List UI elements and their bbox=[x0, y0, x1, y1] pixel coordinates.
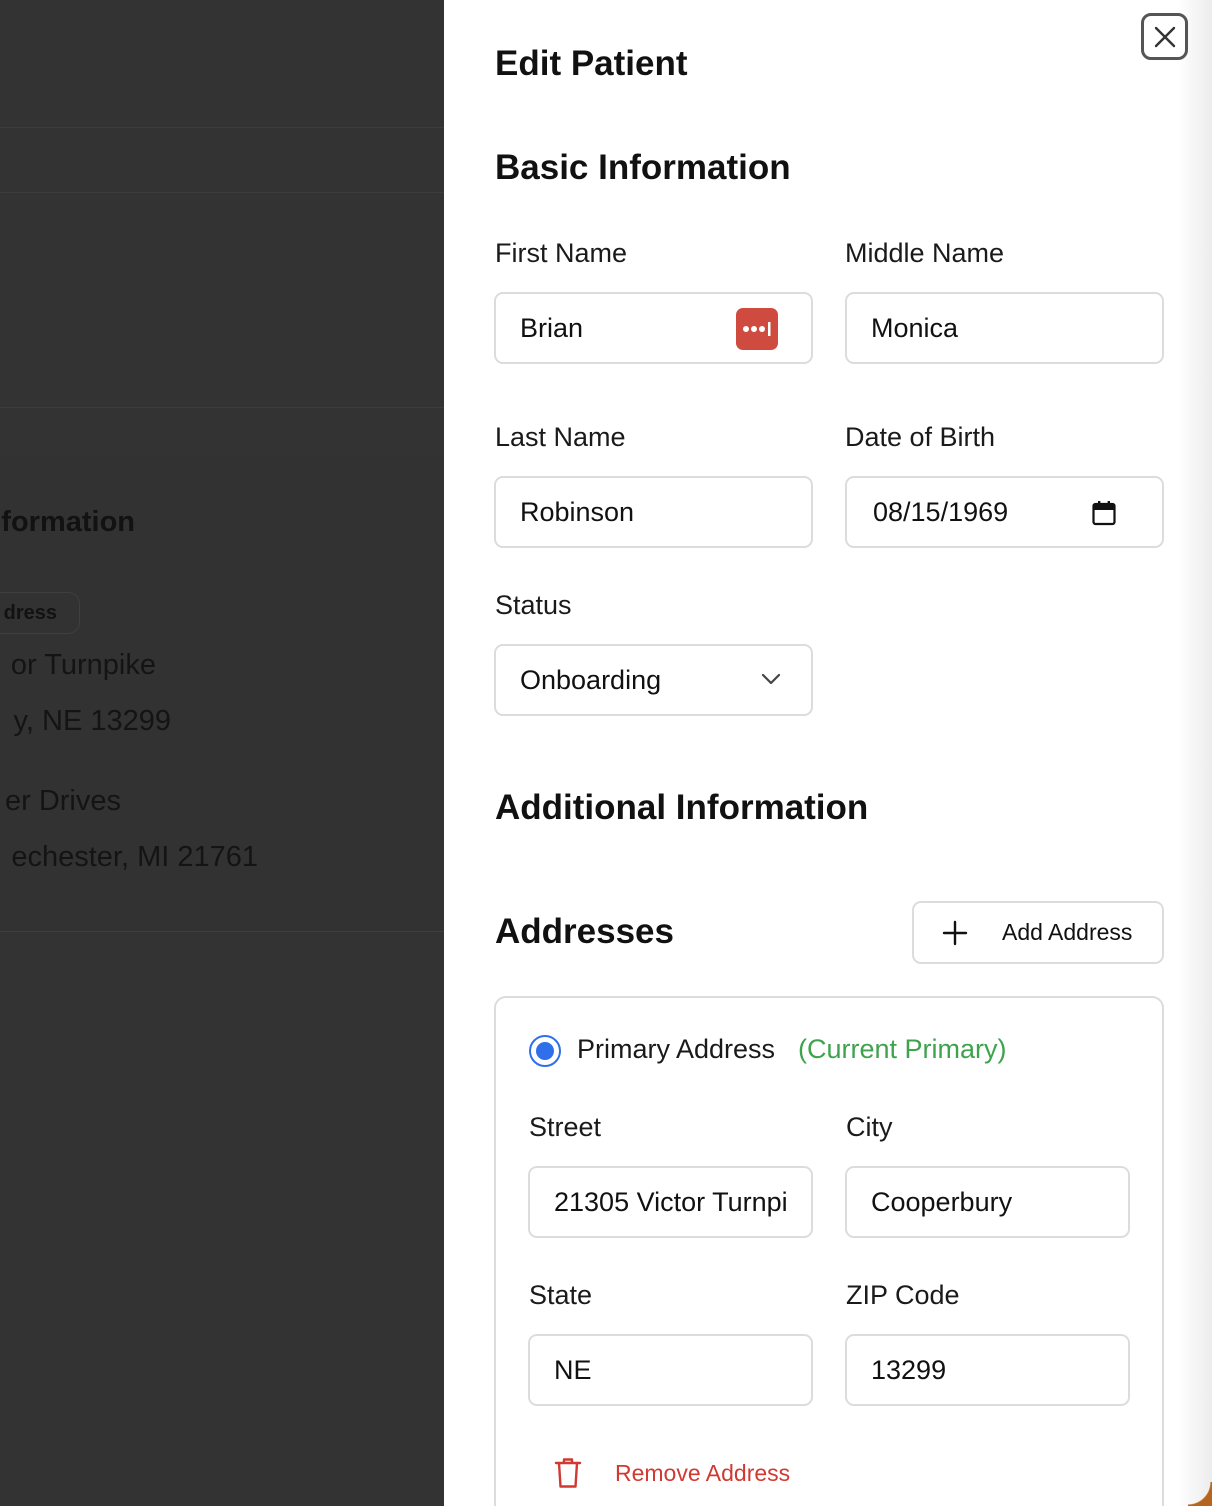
additional-information-heading: Additional Information bbox=[495, 788, 869, 827]
drawer-edge-shadow bbox=[1178, 0, 1212, 1506]
primary-address-label: Primary Address bbox=[577, 1034, 776, 1064]
status-select[interactable]: Onboarding bbox=[494, 644, 813, 716]
drawer-title: Edit Patient bbox=[495, 44, 688, 83]
city-field[interactable]: Cooperbury bbox=[845, 1166, 1130, 1238]
background-address-line: or Turnpike bbox=[10, 649, 156, 681]
calendar-icon[interactable] bbox=[1092, 500, 1116, 526]
edit-patient-drawer: Edit Patient Basic Information First Nam… bbox=[444, 0, 1212, 1506]
remove-address-label: Remove Address bbox=[615, 1459, 791, 1486]
first-name-label: First Name bbox=[495, 238, 628, 268]
last-name-label: Last Name bbox=[495, 422, 626, 452]
trash-icon bbox=[554, 1458, 582, 1488]
background-address-badge: dress bbox=[0, 592, 80, 634]
corner-accent bbox=[1188, 1482, 1212, 1506]
divider bbox=[0, 192, 444, 193]
date-of-birth-value: 08/15/1969 bbox=[873, 496, 1009, 527]
close-icon bbox=[1154, 26, 1175, 47]
addresses-heading: Addresses bbox=[495, 912, 674, 951]
basic-information-heading: Basic Information bbox=[495, 148, 791, 187]
date-of-birth-field[interactable]: 08/15/1969 bbox=[845, 476, 1164, 548]
background-address-line: y, NE 13299 bbox=[13, 705, 171, 737]
state-label: State bbox=[529, 1280, 593, 1310]
state-value: NE bbox=[554, 1354, 592, 1385]
plus-icon bbox=[942, 920, 968, 945]
street-field[interactable]: 21305 Victor Turnpike bbox=[528, 1166, 813, 1238]
password-manager-dots bbox=[743, 322, 771, 336]
background-address-line: echester, MI 21761 bbox=[11, 841, 258, 873]
middle-name-label: Middle Name bbox=[845, 238, 1005, 268]
password-manager-icon[interactable] bbox=[736, 308, 778, 350]
first-name-value: Brian bbox=[520, 312, 584, 343]
background-address-line: er Drives bbox=[4, 785, 121, 817]
divider bbox=[0, 127, 444, 128]
background-section-heading: formation bbox=[1, 506, 135, 538]
first-name-field[interactable]: Brian bbox=[494, 292, 813, 364]
background-address-badge-label: dress bbox=[3, 601, 57, 624]
city-label: City bbox=[846, 1112, 893, 1142]
zip-code-field[interactable]: 13299 bbox=[845, 1334, 1130, 1406]
chevron-down-icon bbox=[761, 673, 781, 685]
address-card: Primary Address (Current Primary) Street… bbox=[494, 996, 1164, 1506]
zip-code-label: ZIP Code bbox=[846, 1280, 960, 1310]
remove-address-button[interactable]: Remove Address bbox=[554, 1453, 790, 1493]
zip-code-value: 13299 bbox=[871, 1354, 947, 1385]
state-field[interactable]: NE bbox=[528, 1334, 813, 1406]
add-address-button[interactable]: Add Address bbox=[912, 901, 1164, 964]
last-name-value: Robinson bbox=[520, 496, 635, 527]
last-name-field[interactable]: Robinson bbox=[494, 476, 813, 548]
city-value: Cooperbury bbox=[871, 1186, 1013, 1217]
street-label: Street bbox=[529, 1112, 602, 1142]
add-address-label: Add Address bbox=[1002, 919, 1133, 945]
background-page: formation dress or Turnpike y, NE 13299 … bbox=[0, 0, 444, 1506]
date-of-birth-label: Date of Birth bbox=[845, 422, 996, 452]
divider bbox=[0, 407, 444, 408]
middle-name-value: Monica bbox=[871, 312, 959, 343]
close-button[interactable] bbox=[1141, 13, 1188, 60]
street-value: 21305 Victor Turnpike bbox=[554, 1186, 789, 1217]
middle-name-field[interactable]: Monica bbox=[845, 292, 1164, 364]
status-value: Onboarding bbox=[520, 664, 662, 695]
status-label: Status bbox=[495, 590, 572, 620]
current-primary-badge: (Current Primary) bbox=[798, 1034, 1007, 1064]
primary-address-radio[interactable] bbox=[529, 1035, 561, 1067]
